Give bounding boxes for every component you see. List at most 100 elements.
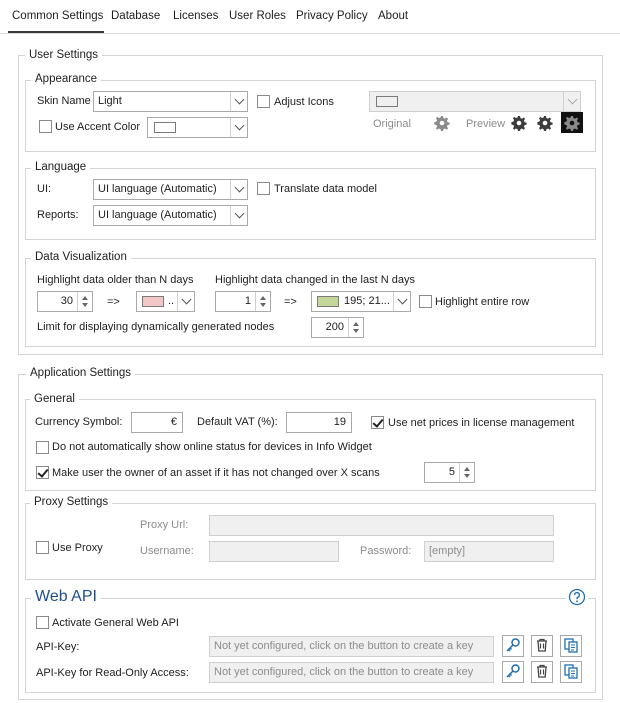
readonly-api-key-input[interactable]: Not yet configured, click on the button … [209, 662, 494, 683]
key-icon [505, 637, 521, 656]
api-key-input[interactable]: Not yet configured, click on the button … [209, 636, 494, 657]
changed-days-value: 1 [244, 295, 251, 307]
highlight-changed-label: Highlight data changed in the last N day… [215, 274, 415, 286]
currency-symbol-value: € [170, 416, 177, 428]
reports-language-combo[interactable]: UI language (Automatic) [93, 205, 248, 226]
create-api-key-button[interactable] [502, 635, 524, 657]
use-accent-color-checkbox[interactable] [39, 120, 52, 133]
proxy-url-input[interactable] [209, 515, 554, 536]
spinner-buttons[interactable] [459, 463, 474, 482]
older-color-swatch [142, 296, 164, 307]
key-icon [505, 663, 521, 682]
tab-privacy-policy[interactable]: Privacy Policy [296, 10, 368, 22]
older-color-text: .. [168, 295, 175, 307]
help-icon[interactable] [566, 588, 588, 609]
arrow-text: => [107, 296, 120, 308]
chevron-down-icon[interactable] [230, 206, 247, 225]
currency-symbol-label: Currency Symbol: [35, 416, 123, 428]
trash-icon [534, 663, 550, 682]
use-net-prices-label: Use net prices in license management [388, 417, 575, 429]
changed-color-text: 195; 21... [344, 295, 390, 307]
copy-api-key-button[interactable] [560, 635, 582, 657]
older-color-combo[interactable]: .. [136, 291, 195, 312]
delete-api-key-button[interactable] [531, 635, 553, 657]
ui-language-combo[interactable]: UI language (Automatic) [93, 179, 248, 200]
make-owner-checkbox[interactable] [36, 466, 49, 479]
chevron-down-icon[interactable] [230, 92, 247, 111]
use-proxy-label: Use Proxy [52, 542, 103, 554]
chevron-down-icon[interactable] [230, 118, 247, 137]
web-api-title: Web API [31, 588, 101, 606]
chevron-down-icon[interactable] [393, 292, 410, 311]
proxy-username-label: Username: [140, 545, 194, 557]
application-settings-title: Application Settings [26, 366, 136, 380]
tab-database[interactable]: Database [111, 10, 160, 22]
highlight-entire-row-checkbox[interactable] [419, 295, 432, 308]
data-visualization-title: Data Visualization [31, 250, 131, 264]
icon-color-swatch [376, 96, 398, 107]
tab-common-settings[interactable]: Common Settings [12, 10, 103, 22]
tab-about[interactable]: About [378, 10, 408, 22]
user-settings-title: User Settings [25, 48, 103, 62]
chevron-down-icon[interactable] [177, 292, 194, 311]
changed-days-spinner[interactable]: 1 [215, 291, 271, 312]
make-owner-label: Make user the owner of an asset if it ha… [52, 467, 380, 479]
owner-scans-value: 5 [448, 466, 455, 478]
default-vat-value: 19 [333, 416, 346, 428]
skin-name-combo[interactable]: Light [93, 91, 248, 112]
gear-icon [434, 115, 450, 134]
activate-web-api-checkbox[interactable] [36, 616, 49, 629]
chevron-down-icon[interactable] [563, 92, 580, 111]
accent-color-swatch [154, 122, 176, 133]
use-accent-color-label: Use Accent Color [55, 121, 140, 133]
proxy-username-input[interactable] [209, 541, 339, 562]
accent-color-combo[interactable] [147, 117, 248, 138]
no-online-status-checkbox[interactable] [36, 441, 49, 454]
appearance-title: Appearance [31, 72, 102, 86]
reports-language-label: Reports: [37, 209, 79, 221]
adjust-icons-checkbox[interactable] [257, 95, 270, 108]
gear-icon [511, 115, 527, 134]
arrow-text: => [284, 296, 297, 308]
create-readonly-key-button[interactable] [502, 661, 524, 683]
proxy-settings-title: Proxy Settings [30, 495, 113, 509]
readonly-api-key-placeholder: Not yet configured, click on the button … [214, 666, 474, 678]
no-online-status-label: Do not automatically show online status … [52, 441, 372, 453]
general-title: General [30, 392, 79, 406]
chevron-down-icon[interactable] [230, 180, 247, 199]
api-key-label: API-Key: [36, 641, 80, 653]
tab-divider [0, 33, 620, 34]
tab-licenses[interactable]: Licenses [173, 10, 218, 22]
icon-color-combo[interactable] [369, 91, 581, 112]
older-days-spinner[interactable]: 30 [37, 291, 93, 312]
ui-language-value: UI language (Automatic) [98, 183, 217, 195]
spinner-buttons[interactable] [77, 292, 92, 311]
default-vat-input[interactable]: 19 [286, 412, 352, 433]
translate-data-model-checkbox[interactable] [257, 182, 270, 195]
readonly-api-key-label: API-Key for Read-Only Access: [36, 667, 189, 679]
skin-name-label: Skin Name [37, 95, 91, 107]
copy-icon [563, 663, 579, 682]
delete-readonly-key-button[interactable] [531, 661, 553, 683]
tab-bar: Common Settings Database Licenses User R… [0, 0, 620, 34]
trash-icon [534, 637, 550, 656]
highlight-entire-row-label: Highlight entire row [435, 296, 530, 308]
use-net-prices-checkbox[interactable] [371, 416, 384, 429]
spinner-buttons[interactable] [255, 292, 270, 311]
use-proxy-checkbox[interactable] [36, 541, 49, 554]
spinner-buttons[interactable] [348, 318, 363, 337]
tab-user-roles[interactable]: User Roles [229, 10, 286, 22]
highlight-older-label: Highlight data older than N days [37, 274, 194, 286]
limit-nodes-label: Limit for displaying dynamically generat… [37, 321, 275, 333]
gear-icon [561, 112, 583, 133]
translate-data-model-label: Translate data model [274, 183, 377, 195]
limit-nodes-spinner[interactable]: 200 [311, 317, 364, 338]
proxy-password-input[interactable]: [empty] [424, 541, 554, 562]
owner-scans-spinner[interactable]: 5 [424, 462, 475, 483]
changed-color-combo[interactable]: 195; 21... [311, 291, 411, 312]
preview-label: Preview [466, 118, 506, 130]
copy-readonly-key-button[interactable] [560, 661, 582, 683]
currency-symbol-input[interactable]: € [131, 412, 183, 433]
copy-icon [563, 637, 579, 656]
gear-icon [537, 115, 553, 134]
